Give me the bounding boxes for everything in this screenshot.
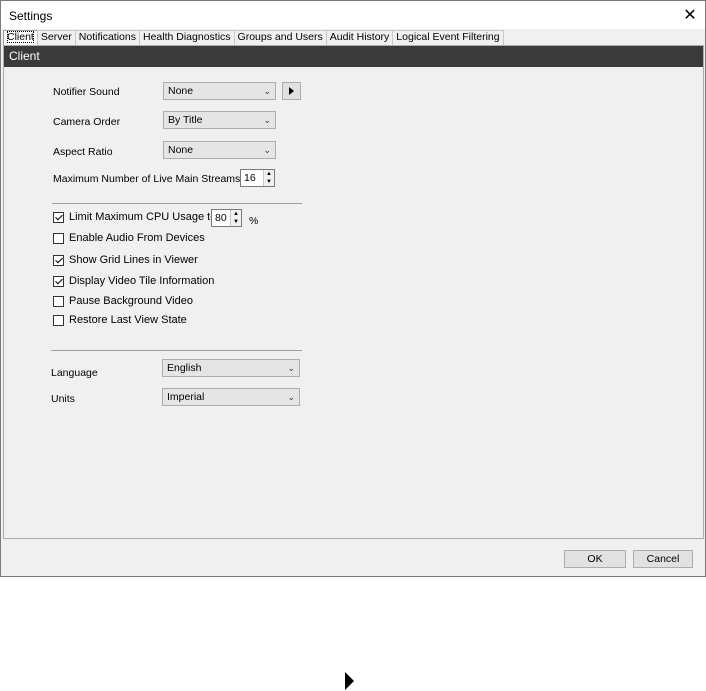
limit-cpu-checkbox[interactable]: Limit Maximum CPU Usage to [53, 211, 216, 223]
notifier-sound-label: Notifier Sound [53, 86, 120, 98]
tab-health-diagnostics[interactable]: Health Diagnostics [139, 30, 235, 45]
chevron-down-icon: ⌄ [287, 363, 295, 373]
chevron-down-icon: ⌄ [263, 115, 271, 125]
units-label: Units [51, 393, 75, 405]
title-bar: Settings ✕ [1, 1, 705, 29]
camera-order-label: Camera Order [53, 116, 121, 128]
show-grid-lines-checkbox[interactable]: Show Grid Lines in Viewer [53, 254, 198, 266]
units-select[interactable]: Imperial ⌄ [162, 388, 300, 406]
notifier-sound-select[interactable]: None ⌄ [163, 82, 276, 100]
checkbox-icon [53, 232, 64, 244]
chevron-down-icon: ⌄ [263, 86, 271, 96]
checkbox-checked-icon [53, 211, 64, 223]
chevron-down-icon: ⌄ [263, 145, 271, 155]
cpu-usage-stepper[interactable]: 80 ▲ ▼ [211, 209, 242, 227]
cancel-button[interactable]: Cancel [633, 550, 693, 568]
tab-notifications[interactable]: Notifications [74, 30, 140, 45]
checkbox-icon [53, 314, 64, 326]
checkbox-icon [53, 295, 64, 307]
tab-strip: Client Server Notifications Health Diagn… [3, 30, 504, 45]
close-icon: ✕ [683, 7, 697, 24]
chevron-down-icon: ⌄ [287, 392, 295, 402]
tab-client[interactable]: Client [3, 30, 38, 45]
tab-groups-and-users[interactable]: Groups and Users [233, 30, 327, 45]
mouse-cursor-icon [345, 672, 354, 690]
separator [52, 203, 302, 204]
enable-audio-checkbox[interactable]: Enable Audio From Devices [53, 232, 205, 244]
window-title: Settings [9, 9, 53, 23]
close-button[interactable]: ✕ [675, 1, 705, 29]
panel-header: Client [4, 46, 703, 67]
restore-last-view-checkbox[interactable]: Restore Last View State [53, 314, 187, 326]
max-streams-label: Maximum Number of Live Main Streams [53, 173, 241, 185]
spin-up-icon[interactable]: ▲ [231, 210, 241, 218]
spin-down-icon[interactable]: ▼ [264, 178, 274, 186]
checkbox-checked-icon [53, 254, 64, 266]
language-select[interactable]: English ⌄ [162, 359, 300, 377]
play-sound-button[interactable] [282, 82, 301, 100]
camera-order-select[interactable]: By Title ⌄ [163, 111, 276, 129]
client-panel: Client Notifier Sound None ⌄ Camera Order… [3, 45, 704, 539]
max-streams-stepper[interactable]: 16 ▲ ▼ [240, 169, 275, 187]
tab-logical-event-filtering[interactable]: Logical Event Filtering [392, 30, 504, 45]
spin-down-icon[interactable]: ▼ [231, 218, 241, 226]
display-video-tile-info-checkbox[interactable]: Display Video Tile Information [53, 275, 214, 287]
separator [51, 350, 302, 351]
aspect-ratio-label: Aspect Ratio [53, 146, 113, 158]
tab-audit-history[interactable]: Audit History [325, 30, 394, 45]
tab-server[interactable]: Server [36, 30, 76, 45]
settings-window: Settings ✕ Client Server Notifications H… [0, 0, 706, 577]
spin-up-icon[interactable]: ▲ [264, 170, 274, 178]
pause-background-video-checkbox[interactable]: Pause Background Video [53, 295, 193, 307]
aspect-ratio-select[interactable]: None ⌄ [163, 141, 276, 159]
ok-button[interactable]: OK [564, 550, 626, 568]
language-label: Language [51, 367, 98, 379]
play-icon [289, 87, 294, 95]
checkbox-checked-icon [53, 275, 64, 287]
cpu-unit-label: % [249, 215, 259, 227]
